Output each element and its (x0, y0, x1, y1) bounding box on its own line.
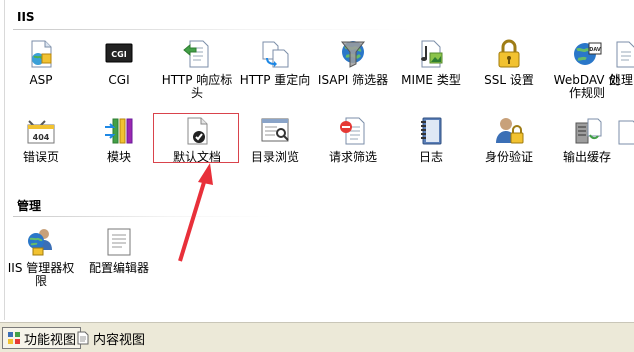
feature-authentication[interactable]: 身份验证 (470, 115, 548, 164)
section-header-iis: IIS (17, 10, 35, 24)
http-response-headers-icon (183, 40, 209, 68)
feature-label: CGI (108, 73, 130, 87)
mime-types-icon (421, 40, 443, 68)
features-panel: IIS ASP CGI CGI HTTP 响应标头 HTTP 重定向 ISAPI… (4, 0, 634, 320)
feature-modules[interactable]: 模块 (80, 115, 158, 164)
tab-label: 功能视图 (24, 332, 77, 348)
feature-http-response-headers[interactable]: HTTP 响应标头 (158, 38, 236, 100)
feature-label: 处理 (609, 73, 634, 87)
feature-label: 输出缓存 (562, 150, 611, 164)
modules-icon (105, 118, 133, 144)
feature-iis-manager-permissions[interactable]: IIS 管理器权限 (2, 226, 80, 288)
feature-label: 请求筛选 (328, 150, 377, 164)
feature-mime-types[interactable]: MIME 类型 (392, 38, 470, 87)
feature-partial[interactable] (615, 115, 634, 151)
feature-label: 目录浏览 (250, 150, 299, 164)
highlight-box (153, 113, 239, 163)
view-tab-bar: 功能视图 内容视图 (0, 322, 634, 352)
iis-manager-permissions-icon (28, 229, 52, 256)
feature-label: ISAPI 筛选器 (317, 73, 389, 87)
webdav-icon: DAV (574, 42, 602, 65)
feature-handler-mappings[interactable]: 处理 (607, 38, 634, 87)
cgi-icon-text: CGI (111, 50, 126, 59)
feature-label: 错误页 (22, 150, 59, 164)
feature-logging[interactable]: 日志 (392, 115, 470, 164)
feature-label: 身份验证 (484, 150, 533, 164)
feature-asp[interactable]: ASP (2, 38, 80, 87)
tab-content-view[interactable]: 内容视图 (72, 327, 149, 349)
feature-ssl-settings[interactable]: SSL 设置 (470, 38, 548, 87)
dav-icon-text: DAV (589, 47, 601, 53)
feature-configuration-editor[interactable]: 配置编辑器 (80, 226, 158, 275)
tab-features-view[interactable]: 功能视图 (2, 327, 82, 349)
request-filtering-icon (340, 117, 365, 145)
ssl-lock-icon (498, 39, 520, 68)
feature-http-redirect[interactable]: HTTP 重定向 (236, 38, 314, 87)
output-caching-icon (575, 118, 602, 144)
section-divider (13, 29, 413, 30)
directory-browsing-icon (261, 118, 289, 142)
tab-label: 内容视图 (93, 332, 146, 348)
feature-isapi-filters[interactable]: ISAPI 筛选器 (314, 38, 392, 87)
feature-request-filtering[interactable]: 请求筛选 (314, 115, 392, 164)
section-header-management: 管理 (17, 199, 42, 213)
feature-label: MIME 类型 (401, 73, 461, 87)
feature-label: 日志 (418, 150, 443, 164)
feature-label: HTTP 响应标头 (161, 73, 233, 100)
error-404-icon-text: 404 (33, 133, 50, 142)
http-redirect-icon (262, 41, 289, 68)
asp-icon (31, 40, 52, 68)
feature-label: 配置编辑器 (88, 261, 149, 275)
error-pages-icon: 404 (27, 120, 55, 144)
section-divider (13, 216, 273, 217)
feature-label: HTTP 重定向 (239, 73, 311, 87)
feature-label: 模块 (106, 150, 131, 164)
cgi-icon: CGI (105, 43, 133, 63)
authentication-icon (496, 118, 524, 144)
content-view-icon (77, 331, 89, 345)
feature-label: IIS 管理器权限 (7, 261, 75, 288)
logging-icon (421, 117, 442, 145)
configuration-editor-icon (107, 228, 131, 256)
isapi-filters-icon (340, 41, 366, 68)
features-view-icon (8, 332, 20, 344)
feature-error-pages[interactable]: 404 错误页 (2, 115, 80, 164)
feature-label: ASP (29, 73, 53, 87)
feature-directory-browsing[interactable]: 目录浏览 (236, 115, 314, 164)
feature-cgi[interactable]: CGI CGI (80, 38, 158, 87)
handler-icon (616, 41, 634, 68)
partial-icon (618, 120, 634, 145)
feature-label: SSL 设置 (484, 73, 534, 87)
